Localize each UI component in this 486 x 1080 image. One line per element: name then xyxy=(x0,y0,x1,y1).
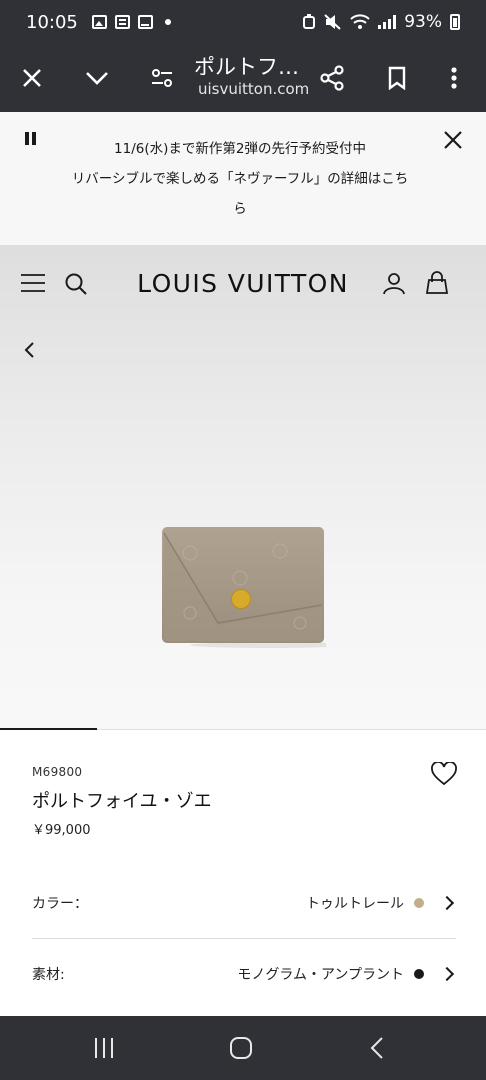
mute-icon xyxy=(324,14,341,30)
brand-logo[interactable]: LOUIS VUITTON xyxy=(0,269,486,298)
system-nav-bar xyxy=(0,1016,486,1080)
material-value: モノグラム・アンプラント xyxy=(237,967,404,983)
close-icon xyxy=(23,69,41,87)
product-price: ￥99,000 xyxy=(32,823,91,838)
material-value-group: モノグラム・アンプラント xyxy=(237,964,456,984)
battery-percent: 93% xyxy=(404,12,442,32)
alarm-icon xyxy=(303,14,316,29)
share-icon xyxy=(320,65,344,91)
announcement-line: ら xyxy=(233,201,247,217)
announcement-text[interactable]: 11/6(水)まで新作第2弾の先行予約受付中 リバーシブルで楽しめる「ネヴァーフ… xyxy=(40,134,440,224)
color-swatch xyxy=(414,898,424,908)
bookmark-button[interactable] xyxy=(377,58,417,98)
product-image[interactable] xyxy=(160,523,326,649)
tune-icon xyxy=(152,69,172,87)
color-value-group: トゥルトレール xyxy=(306,893,456,913)
announcement-line: リバーシブルで楽しめる「ネヴァーフル」の詳細はこち xyxy=(71,171,409,187)
product-gallery: LOUIS VUITTON xyxy=(0,245,486,730)
status-time: 10:05 xyxy=(26,11,78,33)
page-url: uisvuitton.com xyxy=(198,80,310,98)
back-arrow-icon[interactable] xyxy=(22,341,36,359)
close-tab-button[interactable] xyxy=(12,58,52,98)
gallery-indicator-active xyxy=(0,728,97,730)
wishlist-heart-icon[interactable] xyxy=(431,762,457,786)
dot-icon xyxy=(164,19,171,25)
recent-apps-icon[interactable] xyxy=(92,1036,116,1060)
back-nav-icon[interactable] xyxy=(368,1036,386,1060)
gallery-indicator-track xyxy=(97,729,486,730)
divider xyxy=(32,938,456,939)
gallery-icon xyxy=(91,15,107,29)
material-swatch xyxy=(414,969,424,979)
status-bar: 10:05 93% xyxy=(0,0,486,44)
mail-icon xyxy=(137,15,153,29)
battery-icon xyxy=(450,14,460,30)
product-name: ポルトフォイユ・ゾエ xyxy=(32,791,212,812)
announcement-banner: 11/6(水)まで新作第2弾の先行予約受付中 リバーシブルで楽しめる「ネヴァーフ… xyxy=(0,112,486,245)
color-label: カラー： xyxy=(32,896,88,912)
share-button[interactable] xyxy=(312,58,352,98)
news-icon xyxy=(114,15,130,29)
status-left: 10:05 xyxy=(26,12,171,33)
chevron-right-icon xyxy=(439,895,455,911)
more-options-button[interactable] xyxy=(434,58,474,98)
close-banner-icon[interactable] xyxy=(443,130,463,150)
signal-icon xyxy=(378,15,397,29)
shopping-bag-icon[interactable] xyxy=(425,270,449,294)
bookmark-icon xyxy=(388,66,406,90)
pause-icon[interactable] xyxy=(22,130,42,150)
wifi-icon xyxy=(350,14,370,29)
more-vert-icon xyxy=(451,67,457,89)
product-sku: M69800 xyxy=(32,765,83,779)
material-label: 素材: xyxy=(32,967,65,983)
announcement-line: 11/6(水)まで新作第2弾の先行予約受付中 xyxy=(114,141,366,157)
color-value: トゥルトレール xyxy=(306,896,404,912)
status-right: 93% xyxy=(302,12,460,32)
chevron-right-icon xyxy=(439,966,455,982)
account-icon[interactable] xyxy=(382,271,406,295)
home-icon[interactable] xyxy=(229,1036,253,1060)
page-title: ポルトフ… xyxy=(194,55,299,79)
site-settings-button[interactable] xyxy=(142,58,182,98)
color-option-row[interactable]: カラー： トゥルトレール xyxy=(32,887,456,919)
chevron-down-icon xyxy=(86,72,108,85)
minimize-button[interactable] xyxy=(77,58,117,98)
material-option-row[interactable]: 素材: モノグラム・アンプラント xyxy=(32,958,456,990)
browser-toolbar: ポルトフ… uisvuitton.com xyxy=(0,44,486,112)
